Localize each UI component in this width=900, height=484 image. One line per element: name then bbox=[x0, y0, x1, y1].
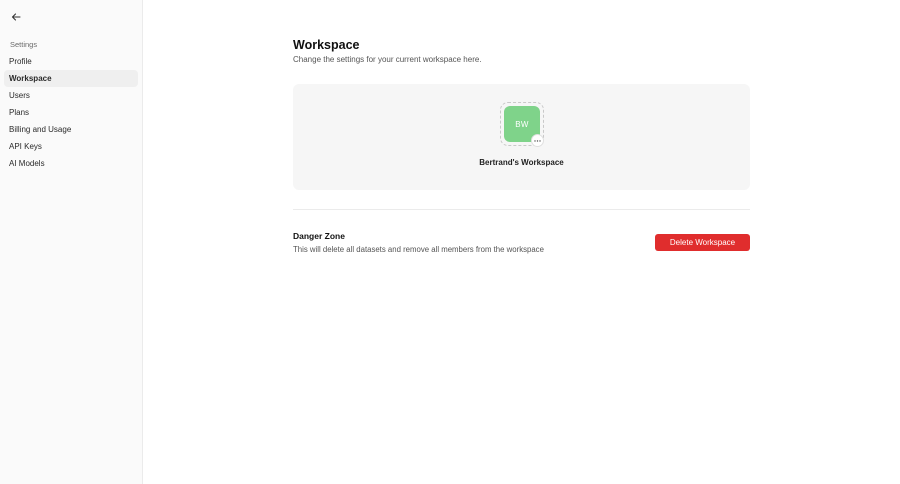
settings-nav: Profile Workspace Users Plans Billing an… bbox=[4, 53, 138, 172]
sidebar-item-plans[interactable]: Plans bbox=[4, 104, 138, 121]
page-title: Workspace bbox=[293, 38, 360, 52]
page-subtitle: Change the settings for your current wor… bbox=[293, 55, 482, 64]
sidebar-item-billing[interactable]: Billing and Usage bbox=[4, 121, 138, 138]
back-button[interactable] bbox=[9, 11, 23, 25]
sidebar-item-api-keys[interactable]: API Keys bbox=[4, 138, 138, 155]
sidebar-item-workspace[interactable]: Workspace bbox=[4, 70, 138, 87]
sidebar-item-ai-models[interactable]: AI Models bbox=[4, 155, 138, 172]
section-divider bbox=[293, 209, 750, 210]
settings-section-label: Settings bbox=[10, 40, 38, 49]
danger-zone-description: This will delete all datasets and remove… bbox=[293, 245, 544, 254]
ellipsis-icon bbox=[534, 138, 541, 144]
sidebar-item-users[interactable]: Users bbox=[4, 87, 138, 104]
workspace-name: Bertrand's Workspace bbox=[479, 158, 564, 167]
danger-zone-title: Danger Zone bbox=[293, 231, 345, 241]
delete-workspace-button[interactable]: Delete Workspace bbox=[655, 234, 750, 251]
workspace-card: BW Bertrand's Workspace bbox=[293, 84, 750, 190]
settings-sidebar: Settings Profile Workspace Users Plans B… bbox=[0, 0, 143, 484]
arrow-left-icon bbox=[11, 9, 21, 27]
sidebar-item-profile[interactable]: Profile bbox=[4, 53, 138, 70]
avatar-options-button[interactable] bbox=[531, 134, 544, 147]
